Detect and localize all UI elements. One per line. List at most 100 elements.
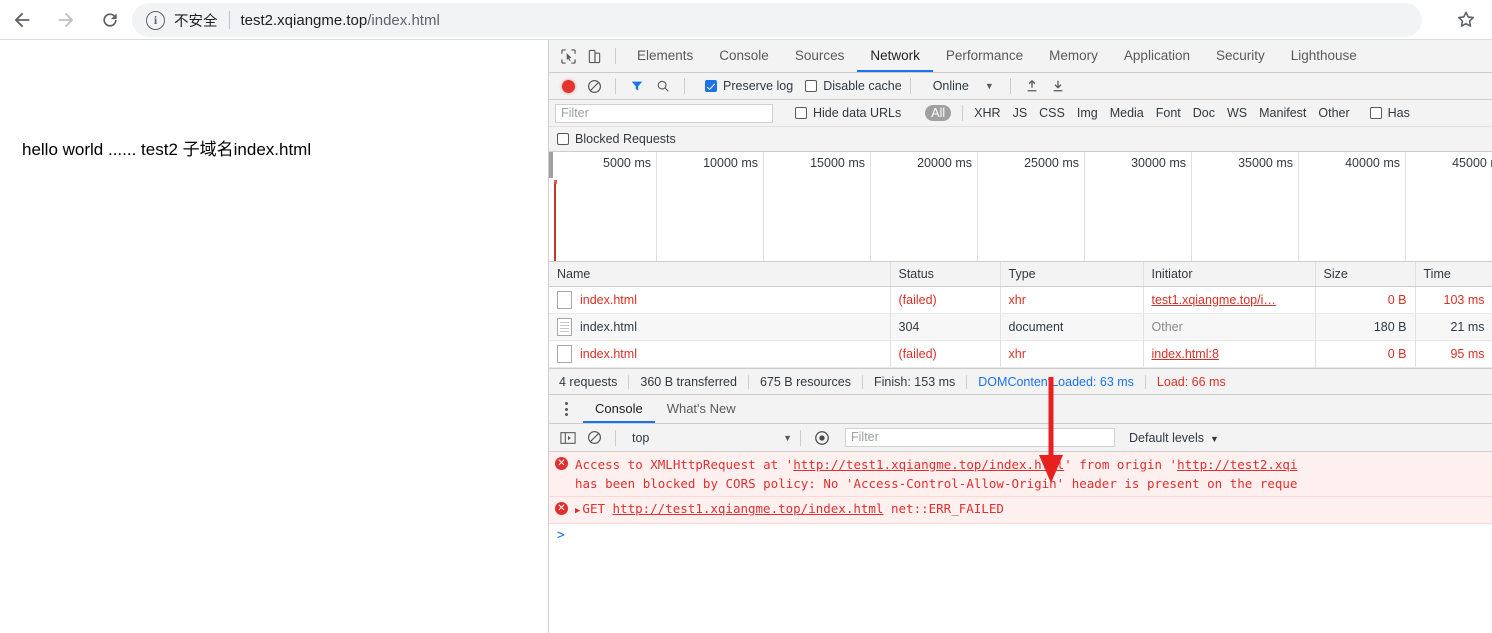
tab-network[interactable]: Network	[857, 40, 933, 72]
cell-type: xhr	[1000, 286, 1144, 314]
drawer-tab-whats-new[interactable]: What's New	[655, 395, 748, 423]
cell-size: 180 B	[1315, 313, 1416, 341]
type-filter-img[interactable]: Img	[1077, 106, 1098, 120]
address-bar[interactable]: i 不安全 test2.xqiangme.top/index.html	[132, 3, 1422, 37]
search-button[interactable]	[650, 73, 676, 99]
back-arrow-icon	[14, 12, 30, 28]
import-har-button[interactable]	[1019, 73, 1045, 99]
disclosure-triangle-icon[interactable]: ▶	[575, 506, 580, 516]
type-filter-doc[interactable]: Doc	[1193, 106, 1215, 120]
column-header-status[interactable]: Status	[890, 262, 1001, 287]
info-circle-icon[interactable]: i	[146, 10, 165, 30]
tab-memory[interactable]: Memory	[1036, 40, 1111, 72]
cell-name[interactable]: index.html	[549, 313, 891, 341]
chevron-down-icon[interactable]: ▼	[985, 81, 994, 91]
search-icon	[657, 80, 669, 92]
tab-performance[interactable]: Performance	[933, 40, 1036, 72]
summary-divider-3	[862, 374, 863, 389]
tab-sources[interactable]: Sources	[782, 40, 858, 72]
tab-console[interactable]: Console	[706, 40, 782, 72]
console-error-message[interactable]: ✕ Access to XMLHttpRequest at 'http://te…	[549, 452, 1492, 497]
network-overview-timeline[interactable]: 5000 ms 10000 ms 15000 ms 20000 ms 25000…	[549, 152, 1492, 262]
network-filter-input[interactable]: Filter	[555, 103, 773, 123]
back-button[interactable]	[0, 0, 44, 40]
table-row[interactable]: index.html 304 document Other 180 B 21 m…	[549, 313, 1492, 341]
cell-name[interactable]: index.html	[549, 286, 891, 314]
type-filter-all[interactable]: All	[925, 105, 952, 121]
error-icon: ✕	[555, 457, 568, 470]
cell-name[interactable]: index.html	[549, 340, 891, 368]
devtools-panel: Elements Console Sources Network Perform…	[548, 40, 1492, 633]
url-path: /index.html	[367, 11, 440, 29]
error-suffix: net::ERR_FAILED	[891, 501, 1004, 516]
bookmark-star-icon[interactable]	[1454, 8, 1478, 32]
blocked-requests-checkbox[interactable]: Blocked Requests	[557, 132, 676, 146]
initiator-link[interactable]: index.html:8	[1152, 347, 1219, 361]
console-prompt[interactable]: >	[549, 524, 1492, 547]
disable-cache-checkbox[interactable]: Disable cache	[805, 79, 902, 93]
column-header-name[interactable]: Name	[549, 262, 891, 287]
clear-icon	[587, 79, 601, 93]
toggle-device-toolbar-icon[interactable]	[581, 43, 607, 69]
hide-data-urls-checkbox[interactable]: Hide data URLs	[795, 106, 901, 120]
clear-network-button[interactable]	[581, 73, 607, 99]
console-toolbar-divider-2	[800, 429, 801, 446]
record-button[interactable]	[555, 73, 581, 99]
show-console-sidebar-icon	[560, 431, 576, 444]
filter-toggle-button[interactable]	[624, 73, 650, 99]
type-filter-other[interactable]: Other	[1318, 106, 1349, 120]
error-link-2[interactable]: http://test2.xqi	[1177, 457, 1297, 472]
tab-security[interactable]: Security	[1203, 40, 1278, 72]
overview-tick-2: 10000 ms	[703, 152, 764, 261]
column-header-size[interactable]: Size	[1315, 262, 1416, 287]
type-filter-js[interactable]: JS	[1013, 106, 1028, 120]
type-filter-ws[interactable]: WS	[1227, 106, 1247, 120]
table-row[interactable]: index.html (failed) xhr index.html:8 0 B…	[549, 340, 1492, 368]
clear-console-button[interactable]	[581, 425, 607, 451]
cell-initiator: Other	[1143, 313, 1316, 341]
overview-tick-6: 30000 ms	[1131, 152, 1192, 261]
export-har-button[interactable]	[1045, 73, 1071, 99]
error-text-pre: Access to XMLHttpRequest at '	[575, 457, 794, 472]
inspect-element-icon[interactable]	[555, 43, 581, 69]
column-header-time[interactable]: Time	[1415, 262, 1492, 287]
type-filter-media[interactable]: Media	[1110, 106, 1144, 120]
console-error-message[interactable]: ✕ ▶ GET http://test1.xqiangme.top/index.h…	[549, 497, 1492, 524]
column-header-initiator[interactable]: Initiator	[1143, 262, 1316, 287]
type-filter-css[interactable]: CSS	[1039, 106, 1065, 120]
column-header-type[interactable]: Type	[1000, 262, 1144, 287]
reload-button[interactable]	[88, 0, 132, 40]
forward-button[interactable]	[44, 0, 88, 40]
preserve-log-checkbox[interactable]: Preserve log	[705, 79, 793, 93]
type-filter-font[interactable]: Font	[1156, 106, 1181, 120]
cell-initiator[interactable]: test1.xqiangme.top/i…	[1143, 286, 1316, 314]
type-filter-manifest[interactable]: Manifest	[1259, 106, 1306, 120]
kebab-menu-icon[interactable]	[557, 402, 575, 416]
has-blocked-cookies-checkbox[interactable]: Has	[1369, 106, 1410, 120]
tab-elements[interactable]: Elements	[624, 40, 706, 72]
type-filter-xhr[interactable]: XHR	[974, 106, 1000, 120]
error-link-1[interactable]: http://test1.xqiangme.top/index.html	[793, 457, 1064, 472]
table-row[interactable]: index.html (failed) xhr test1.xqiangme.t…	[549, 286, 1492, 314]
cell-time: 21 ms	[1415, 313, 1492, 341]
console-levels-select[interactable]: Default levels ▼	[1129, 431, 1219, 445]
tab-lighthouse[interactable]: Lighthouse	[1278, 40, 1370, 72]
tab-application[interactable]: Application	[1111, 40, 1203, 72]
error-method: GET	[582, 501, 605, 516]
error-icon: ✕	[555, 502, 568, 515]
page-viewport: hello world ...... test2 子域名index.html	[0, 40, 548, 633]
drawer-tab-console[interactable]: Console	[583, 395, 655, 423]
console-context-select[interactable]: top ▼	[632, 431, 792, 445]
summary-divider-5	[1144, 374, 1146, 389]
initiator-link[interactable]: test1.xqiangme.top/i…	[1152, 293, 1276, 307]
console-sidebar-button[interactable]	[555, 425, 581, 451]
cell-initiator[interactable]: index.html:8	[1143, 340, 1316, 368]
overview-tick-4: 20000 ms	[917, 152, 978, 261]
throttling-select[interactable]: Online	[933, 79, 969, 93]
overview-left-handle[interactable]	[549, 152, 553, 178]
error-url-link[interactable]: http://test1.xqiangme.top/index.html	[613, 501, 884, 516]
browser-toolbar: i 不安全 test2.xqiangme.top/index.html	[0, 0, 1492, 40]
console-filter-input[interactable]: Filter	[845, 428, 1115, 447]
live-expression-button[interactable]	[809, 425, 835, 451]
summary-transferred: 360 B transferred	[640, 374, 737, 389]
